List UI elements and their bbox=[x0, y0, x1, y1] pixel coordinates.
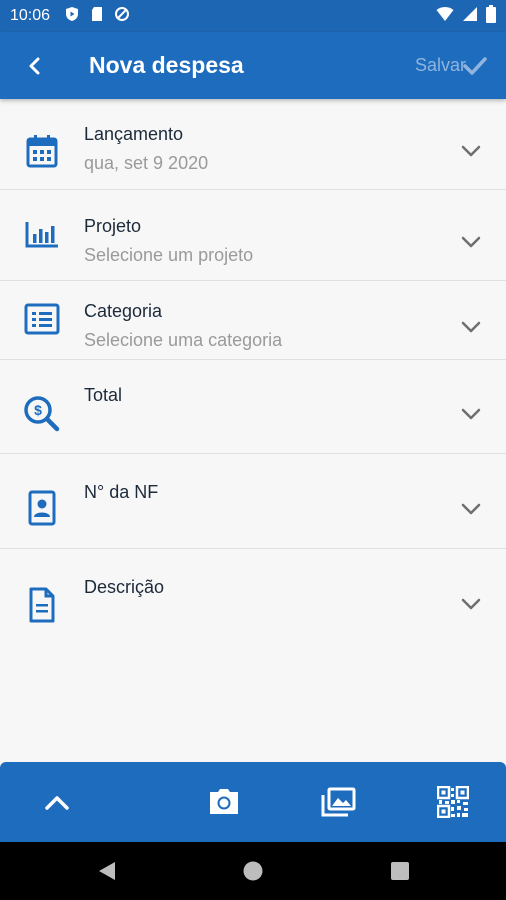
money-search-icon: $ bbox=[22, 394, 62, 434]
status-bar: 10:06 bbox=[0, 0, 506, 32]
square-recents-icon bbox=[391, 862, 409, 880]
chevron-down-icon bbox=[461, 145, 481, 157]
data-saver-icon bbox=[114, 6, 130, 27]
field-projeto[interactable]: Projeto Selecione um projeto bbox=[0, 190, 506, 281]
svg-text:$: $ bbox=[34, 402, 42, 418]
field-categoria[interactable]: Categoria Selecione uma categoria bbox=[0, 281, 506, 360]
shield-play-icon bbox=[64, 6, 80, 27]
save-button[interactable]: Salvar bbox=[415, 55, 488, 77]
field-value: Selecione uma categoria bbox=[84, 330, 283, 350]
chevron-down-icon bbox=[461, 408, 481, 420]
qr-scan-button[interactable] bbox=[433, 784, 473, 820]
battery-icon bbox=[486, 4, 496, 28]
qr-code-icon bbox=[437, 786, 469, 818]
sd-card-icon bbox=[90, 6, 104, 27]
field-descricao[interactable]: Descrição bbox=[0, 549, 506, 644]
field-label: Descrição bbox=[84, 577, 165, 597]
back-arrow-icon bbox=[29, 57, 40, 74]
gallery-icon bbox=[321, 787, 356, 817]
triangle-back-icon bbox=[99, 862, 115, 880]
expense-form: Lançamento qua, set 9 2020 Projeto Selec… bbox=[0, 99, 506, 644]
field-numero-nf[interactable]: N° da NF bbox=[0, 454, 506, 549]
system-nav-bar bbox=[0, 842, 506, 900]
signal-icon bbox=[462, 6, 478, 27]
gallery-button[interactable] bbox=[318, 784, 358, 820]
field-label: Lançamento bbox=[84, 124, 184, 144]
field-value: Selecione um projeto bbox=[84, 245, 254, 265]
app-bar: Nova despesa Salvar bbox=[0, 32, 506, 99]
back-button[interactable] bbox=[0, 32, 70, 99]
expand-button[interactable] bbox=[37, 784, 77, 820]
list-icon bbox=[22, 299, 62, 339]
field-label: Categoria bbox=[84, 301, 163, 321]
chevron-down-icon bbox=[461, 598, 481, 610]
status-time: 10:06 bbox=[10, 7, 51, 24]
camera-button[interactable] bbox=[204, 784, 244, 820]
wifi-icon bbox=[436, 6, 454, 27]
camera-icon bbox=[210, 789, 238, 814]
field-lancamento[interactable]: Lançamento qua, set 9 2020 bbox=[0, 99, 506, 190]
chevron-up-icon bbox=[45, 796, 69, 810]
field-label: Projeto bbox=[84, 216, 142, 236]
chevron-down-icon bbox=[461, 503, 481, 515]
chevron-down-icon bbox=[461, 321, 481, 333]
bar-chart-icon bbox=[22, 214, 62, 254]
field-label: Total bbox=[84, 385, 123, 405]
field-total[interactable]: $ Total bbox=[0, 360, 506, 454]
field-value: qua, set 9 2020 bbox=[84, 153, 209, 173]
page-title: Nova despesa bbox=[89, 52, 244, 78]
document-icon bbox=[22, 585, 62, 625]
field-label: N° da NF bbox=[84, 482, 159, 502]
check-icon bbox=[463, 56, 487, 75]
calendar-icon bbox=[22, 131, 62, 171]
save-label: Salvar bbox=[414, 55, 466, 75]
id-badge-icon bbox=[22, 488, 62, 528]
bottom-action-bar bbox=[0, 762, 506, 842]
nav-home-button[interactable] bbox=[241, 859, 265, 883]
nav-back-button[interactable] bbox=[95, 859, 119, 883]
chevron-down-icon bbox=[461, 236, 481, 248]
nav-recents-button[interactable] bbox=[388, 859, 412, 883]
circle-home-icon bbox=[243, 861, 263, 881]
